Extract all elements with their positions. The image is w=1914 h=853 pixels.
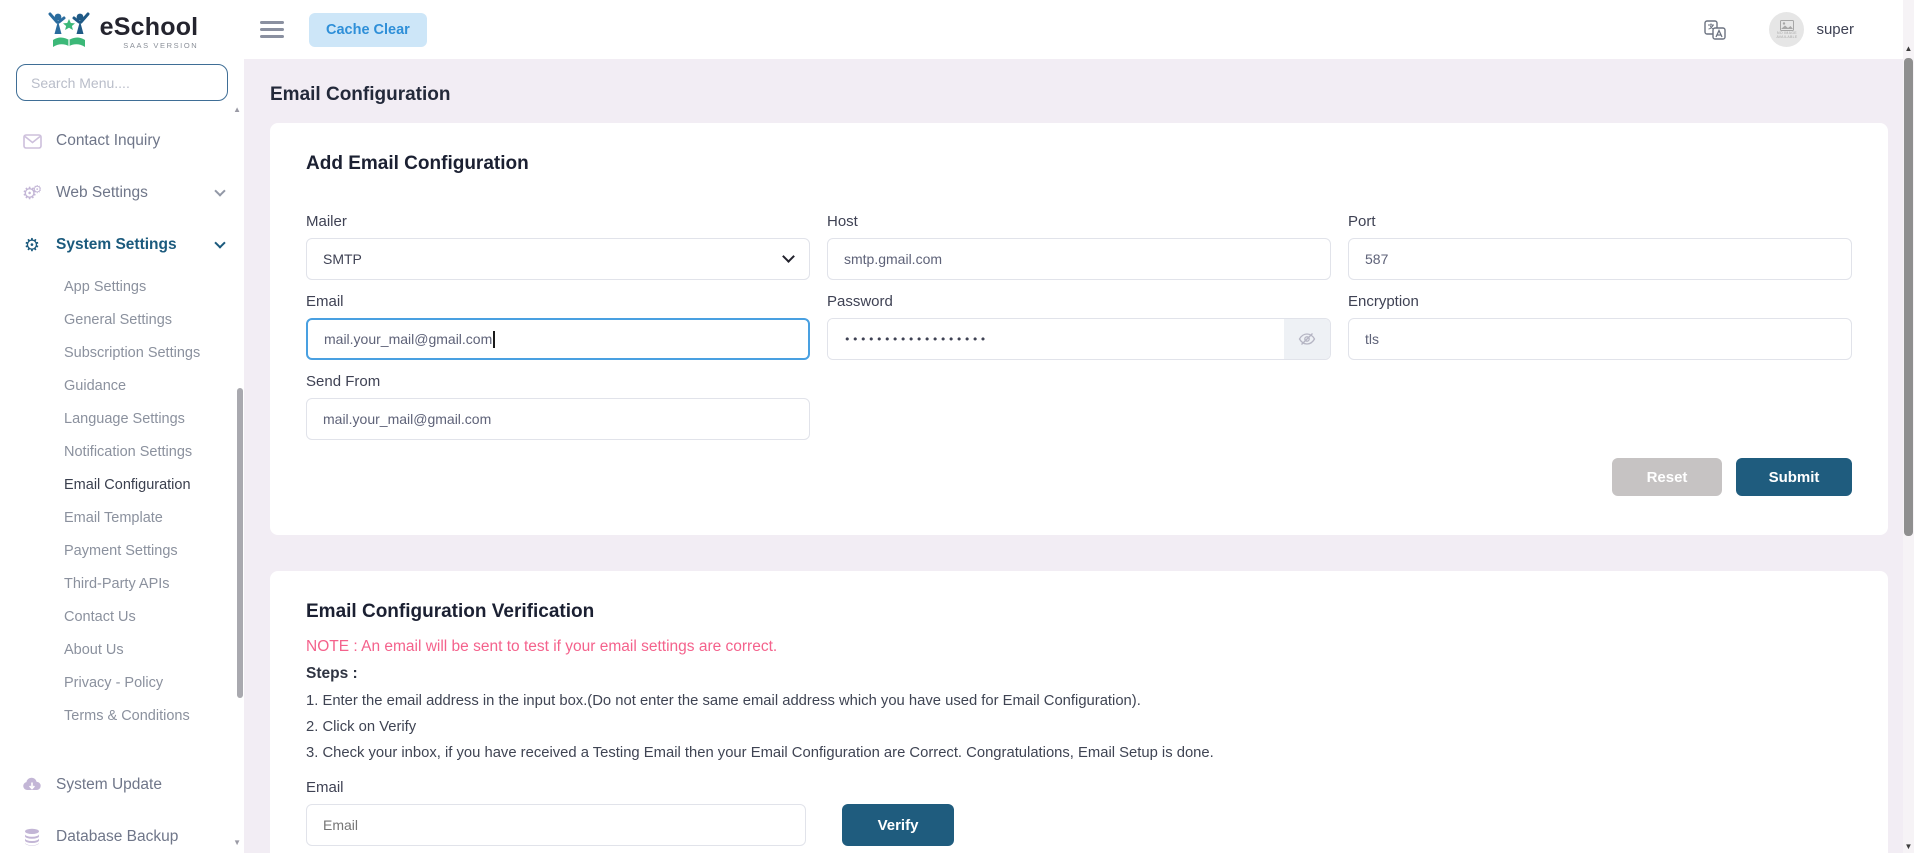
sidebar-item-notification-settings[interactable]: Notification Settings	[0, 436, 244, 469]
logo[interactable]: eSchool SAAS VERSION	[0, 0, 244, 52]
brand-tagline: SAAS VERSION	[100, 42, 199, 50]
reset-button[interactable]: Reset	[1612, 458, 1722, 496]
verify-email-input[interactable]	[306, 804, 806, 846]
avatar-placeholder-text: NO IMAGE AVAILABLE	[1769, 31, 1804, 39]
mailer-select[interactable]: SMTP	[306, 238, 810, 280]
sidebar-item-language-settings[interactable]: Language Settings	[0, 403, 244, 436]
sidebar-item-label: System Update	[56, 776, 162, 794]
avatar[interactable]: NO IMAGE AVAILABLE	[1769, 12, 1804, 47]
verify-button[interactable]: Verify	[842, 804, 954, 846]
sidebar-item-privacy-policy[interactable]: Privacy - Policy	[0, 667, 244, 700]
sidebar-scrollbar-thumb[interactable]	[237, 388, 243, 698]
sidebar-item-label: Web Settings	[56, 184, 148, 202]
sidebar: eSchool SAAS VERSION Contact Inquiry ⚙⚙ …	[0, 0, 244, 853]
encryption-input[interactable]	[1348, 318, 1852, 360]
port-input[interactable]	[1348, 238, 1852, 280]
text-cursor	[493, 331, 495, 348]
gear-icon: ⚙	[20, 236, 44, 254]
eschool-logo-icon	[46, 11, 92, 53]
brand-name: eSchool	[100, 13, 199, 41]
sidebar-item-email-configuration[interactable]: Email Configuration	[0, 469, 244, 502]
step-3: 3. Check your inbox, if you have receive…	[306, 745, 1852, 761]
sidebar-item-third-party-apis[interactable]: Third-Party APIs	[0, 568, 244, 601]
scroll-down-icon[interactable]: ▼	[1903, 842, 1914, 851]
database-icon	[20, 828, 44, 846]
sidebar-item-label: System Settings	[56, 236, 177, 254]
search-input[interactable]	[16, 64, 228, 101]
port-label: Port	[1348, 213, 1852, 230]
email-config-card: Add Email Configuration Mailer SMTP Host…	[270, 123, 1888, 535]
sidebar-nav: Contact Inquiry ⚙⚙ Web Settings ⚙ System…	[0, 101, 244, 851]
step-2: 2. Click on Verify	[306, 719, 1852, 735]
gears-icon: ⚙⚙	[20, 185, 44, 202]
sidebar-item-app-settings[interactable]: App Settings	[0, 271, 244, 304]
top-header: Cache Clear NO IMAGE AVAILABLE super	[244, 0, 1914, 59]
sidebar-item-system-settings[interactable]: ⚙ System Settings	[0, 231, 244, 259]
sidebar-item-label: Database Backup	[56, 828, 178, 846]
send-from-input[interactable]	[306, 398, 810, 440]
verification-note: NOTE : An email will be sent to test if …	[306, 638, 1852, 656]
sidebar-item-terms-conditions[interactable]: Terms & Conditions	[0, 700, 244, 733]
chevron-down-icon	[782, 250, 795, 263]
sidebar-item-system-update[interactable]: System Update	[0, 771, 244, 799]
cache-clear-button[interactable]: Cache Clear	[309, 13, 427, 47]
username[interactable]: super	[1816, 21, 1854, 38]
cloud-download-icon	[20, 777, 44, 793]
steps-label: Steps :	[306, 665, 1852, 683]
password-label: Password	[827, 293, 1331, 310]
system-settings-submenu: App Settings General Settings Subscripti…	[0, 271, 244, 733]
chevron-down-icon	[214, 185, 225, 196]
email-input[interactable]: mail.your_mail@gmail.com	[306, 318, 810, 360]
host-label: Host	[827, 213, 1331, 230]
sidebar-item-label: Contact Inquiry	[56, 132, 160, 150]
sidebar-item-database-backup[interactable]: Database Backup	[0, 823, 244, 851]
sidebar-item-payment-settings[interactable]: Payment Settings	[0, 535, 244, 568]
sidebar-item-subscription-settings[interactable]: Subscription Settings	[0, 337, 244, 370]
sidebar-scroll-down-icon[interactable]: ▼	[233, 838, 241, 847]
main-content: Email Configuration Add Email Configurat…	[244, 59, 1914, 853]
password-input[interactable]	[828, 319, 1284, 359]
toggle-password-visibility-button[interactable]	[1284, 319, 1330, 359]
email-label: Email	[306, 293, 810, 310]
eye-slash-icon	[1298, 332, 1316, 346]
card-heading: Add Email Configuration	[306, 153, 1852, 175]
sidebar-scroll-up-icon[interactable]: ▲	[233, 105, 241, 114]
page-title: Email Configuration	[270, 84, 1888, 106]
window-scrollbar[interactable]: ▲ ▼	[1903, 0, 1914, 853]
sidebar-item-guidance[interactable]: Guidance	[0, 370, 244, 403]
sidebar-item-contact-us[interactable]: Contact Us	[0, 601, 244, 634]
verify-email-label: Email	[306, 779, 1852, 796]
sidebar-item-email-template[interactable]: Email Template	[0, 502, 244, 535]
submit-button[interactable]: Submit	[1736, 458, 1852, 496]
sidebar-item-general-settings[interactable]: General Settings	[0, 304, 244, 337]
chevron-down-icon	[214, 237, 225, 248]
mailer-selected-value: SMTP	[323, 251, 362, 267]
scroll-up-icon[interactable]: ▲	[1903, 44, 1914, 53]
encryption-label: Encryption	[1348, 293, 1852, 310]
verification-heading: Email Configuration Verification	[306, 601, 1852, 623]
email-value: mail.your_mail@gmail.com	[324, 331, 492, 347]
menu-icon[interactable]	[260, 21, 284, 38]
scrollbar-thumb[interactable]	[1904, 58, 1913, 536]
sidebar-item-web-settings[interactable]: ⚙⚙ Web Settings	[0, 179, 244, 207]
sidebar-item-contact-inquiry[interactable]: Contact Inquiry	[0, 127, 244, 155]
mailer-label: Mailer	[306, 213, 810, 230]
step-1: 1. Enter the email address in the input …	[306, 693, 1852, 709]
translate-icon[interactable]	[1703, 18, 1727, 42]
host-input[interactable]	[827, 238, 1331, 280]
email-verification-card: Email Configuration Verification NOTE : …	[270, 571, 1888, 853]
envelope-icon	[20, 134, 44, 149]
send-from-label: Send From	[306, 373, 810, 390]
sidebar-item-about-us[interactable]: About Us	[0, 634, 244, 667]
